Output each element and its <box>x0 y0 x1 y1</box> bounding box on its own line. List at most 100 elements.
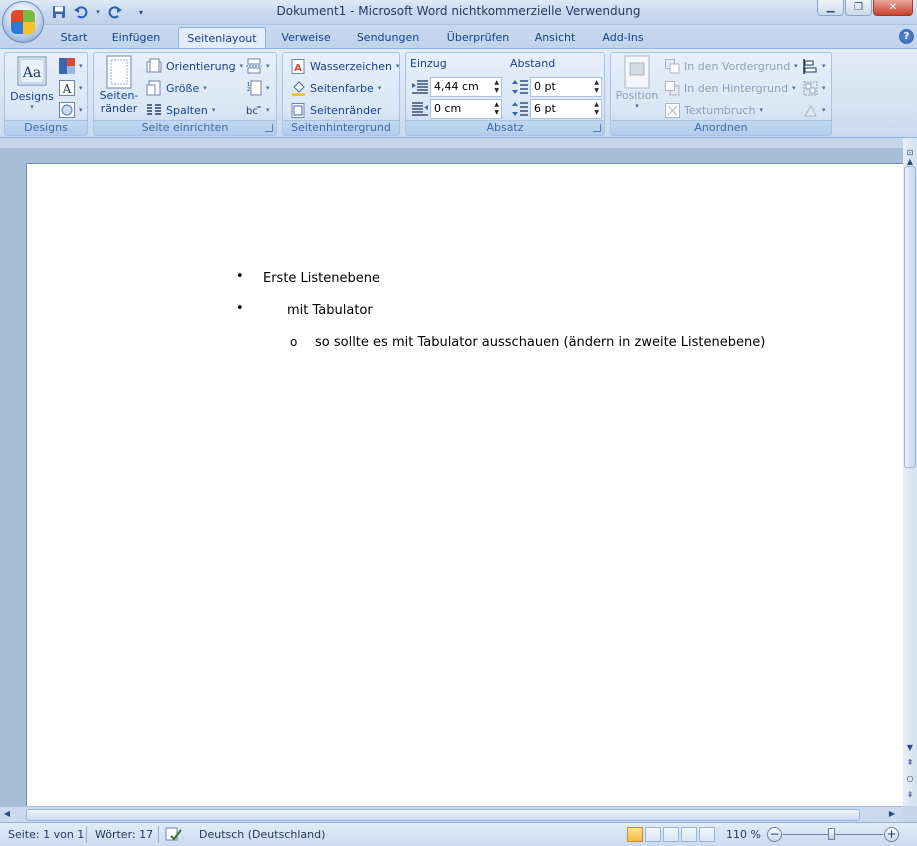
page-count[interactable]: Seite: 1 von 1 <box>8 828 84 841</box>
draft-view-icon[interactable] <box>699 827 715 842</box>
chevron-down-icon: ▾ <box>266 62 270 70</box>
align-icon <box>803 58 817 74</box>
zoom-level[interactable]: 110 % <box>726 828 761 841</box>
bring-front-button[interactable]: In den Vordergrund ▾ <box>665 56 798 76</box>
list-item[interactable]: mit Tabulator <box>287 303 373 318</box>
indent-left-icon <box>412 80 428 94</box>
list-item[interactable]: Erste Listenebene <box>263 271 380 286</box>
paragraph-launcher-icon[interactable] <box>593 124 601 132</box>
spinner-arrows-icon[interactable]: ▲ ▼ <box>594 101 599 117</box>
watermark-button[interactable]: A Wasserzeichen ▾ <box>291 56 400 76</box>
indent-left-input[interactable]: 4,44 cm ▲ ▼ <box>430 77 502 97</box>
minimize-button[interactable]: ▁ <box>817 0 844 16</box>
position-button[interactable]: Position ▾ <box>613 55 661 110</box>
undo-dropdown-icon[interactable]: ▾ <box>94 3 102 21</box>
tab-ansicht[interactable]: Ansicht <box>526 27 584 49</box>
redo-icon[interactable] <box>106 3 124 21</box>
indent-right-icon <box>412 102 428 116</box>
zoom-in-button[interactable]: + <box>884 827 899 842</box>
position-label: Position <box>615 89 659 102</box>
language[interactable]: Deutsch (Deutschland) <box>199 828 325 841</box>
text-wrap-label: Textumbruch <box>684 103 756 117</box>
tab-addins[interactable]: Add-Ins <box>592 27 654 49</box>
group-absatz-label: Absatz <box>406 120 604 135</box>
proofing-icon[interactable] <box>165 827 183 842</box>
horizontal-scroll-thumb[interactable] <box>26 809 860 821</box>
theme-colors-button[interactable]: ▾ <box>59 56 83 76</box>
undo-icon[interactable] <box>72 3 90 21</box>
columns-button[interactable]: Spalten ▾ <box>146 100 215 120</box>
divider <box>86 826 87 843</box>
pagecolor-button[interactable]: Seitenfarbe ▾ <box>291 78 381 98</box>
columns-icon <box>147 104 161 115</box>
spinner-arrows-icon[interactable]: ▲ ▼ <box>494 79 499 95</box>
horizontal-scrollbar[interactable]: ◀ ▶ <box>0 806 903 822</box>
outline-view-icon[interactable] <box>681 827 697 842</box>
page-setup-launcher-icon[interactable] <box>265 124 273 132</box>
size-button[interactable]: Größe ▾ <box>146 78 207 98</box>
text-wrap-button[interactable]: Textumbruch ▾ <box>665 100 763 120</box>
breaks-button[interactable]: ▾ <box>246 56 270 76</box>
line-numbers-button[interactable]: 12 ▾ <box>246 78 270 98</box>
maximize-button[interactable]: ❐ <box>845 0 872 16</box>
send-back-button[interactable]: In den Hintergrund ▾ <box>665 78 796 98</box>
svg-text:2: 2 <box>247 87 250 93</box>
rotate-button[interactable]: ▾ <box>803 100 826 120</box>
orientation-icon <box>146 58 162 73</box>
theme-effects-button[interactable]: ▾ <box>59 100 83 120</box>
tab-ueberpruefen[interactable]: Überprüfen <box>438 27 518 49</box>
group-designs-label: Designs <box>5 120 87 135</box>
document-page[interactable]: • Erste Listenebene • mit Tabulator o so… <box>26 163 903 806</box>
help-icon[interactable]: ? <box>899 29 914 44</box>
hyphenation-button[interactable]: bc ▾ <box>246 100 270 120</box>
zoom-out-button[interactable]: − <box>767 827 782 842</box>
web-layout-view-icon[interactable] <box>663 827 679 842</box>
group-objects-button[interactable]: ▾ <box>803 78 826 98</box>
indent-right-input[interactable]: 0 cm ▲ ▼ <box>430 99 502 119</box>
spinner-arrows-icon[interactable]: ▲ ▼ <box>494 101 499 117</box>
scroll-right-icon[interactable]: ▶ <box>886 807 898 821</box>
pageborders-button[interactable]: Seitenränder <box>291 100 381 120</box>
spinner-arrows-icon[interactable]: ▲ ▼ <box>594 79 599 95</box>
ribbon: Aa Designs ▾ ▾ A ▾ ▾ Designs Seiten- rän… <box>0 48 917 138</box>
hyphenation-icon: bc <box>246 106 261 117</box>
size-label: Größe <box>166 81 200 95</box>
previous-page-icon[interactable]: ⇞ <box>904 756 916 770</box>
group-seite-einrichten: Seiten- ränder ▾ Orientierung ▾ Größe ▾ … <box>93 52 277 136</box>
tab-seitenlayout[interactable]: Seitenlayout <box>178 27 266 50</box>
orientation-button[interactable]: Orientierung ▾ <box>146 56 243 76</box>
tab-sendungen[interactable]: Sendungen <box>348 27 428 49</box>
theme-fonts-button[interactable]: A ▾ <box>59 78 83 98</box>
vertical-scrollbar[interactable]: ⊡ ▲ ▼ ⇞ ○ ⇟ <box>903 138 917 806</box>
full-screen-reading-view-icon[interactable] <box>645 827 661 842</box>
position-icon <box>624 55 650 89</box>
designs-button[interactable]: Aa Designs ▾ <box>9 55 55 111</box>
save-icon[interactable] <box>50 3 68 21</box>
tab-verweise[interactable]: Verweise <box>274 27 338 49</box>
spacing-before-input[interactable]: 0 pt ▲ ▼ <box>530 77 602 97</box>
next-page-icon[interactable]: ⇟ <box>904 788 916 802</box>
browse-object-icon[interactable]: ○ <box>904 772 916 786</box>
list-item[interactable]: so sollte es mit Tabulator ausschauen (ä… <box>315 335 765 350</box>
spacing-after-input[interactable]: 6 pt ▲ ▼ <box>530 99 602 119</box>
margins-button[interactable]: Seiten- ränder ▾ <box>98 55 140 128</box>
zoom-slider-thumb[interactable] <box>828 828 835 840</box>
word-count[interactable]: Wörter: 17 <box>95 828 153 841</box>
svg-text:A: A <box>294 63 302 74</box>
chevron-down-icon: ▾ <box>377 84 382 92</box>
group-seitenhintergrund: A Wasserzeichen ▾ Seitenfarbe ▾ Seitenrä… <box>282 52 400 136</box>
scroll-down-icon[interactable]: ▼ <box>904 741 916 755</box>
send-back-icon <box>665 80 680 95</box>
quick-access-toolbar: ▾ ▾ <box>50 3 146 21</box>
scroll-thumb[interactable] <box>904 166 916 468</box>
tab-start[interactable]: Start <box>52 27 96 49</box>
chevron-down-icon: ▾ <box>396 62 400 70</box>
customize-icon[interactable]: ▾ <box>136 3 146 21</box>
print-layout-view-icon[interactable] <box>627 827 643 842</box>
office-button[interactable] <box>2 1 44 43</box>
tab-einfuegen[interactable]: Einfügen <box>104 27 168 49</box>
scroll-left-icon[interactable]: ◀ <box>1 807 13 821</box>
align-button[interactable]: ▾ <box>803 56 826 76</box>
group-seite-einrichten-label: Seite einrichten <box>94 120 276 135</box>
close-button[interactable]: ✕ <box>873 0 913 16</box>
